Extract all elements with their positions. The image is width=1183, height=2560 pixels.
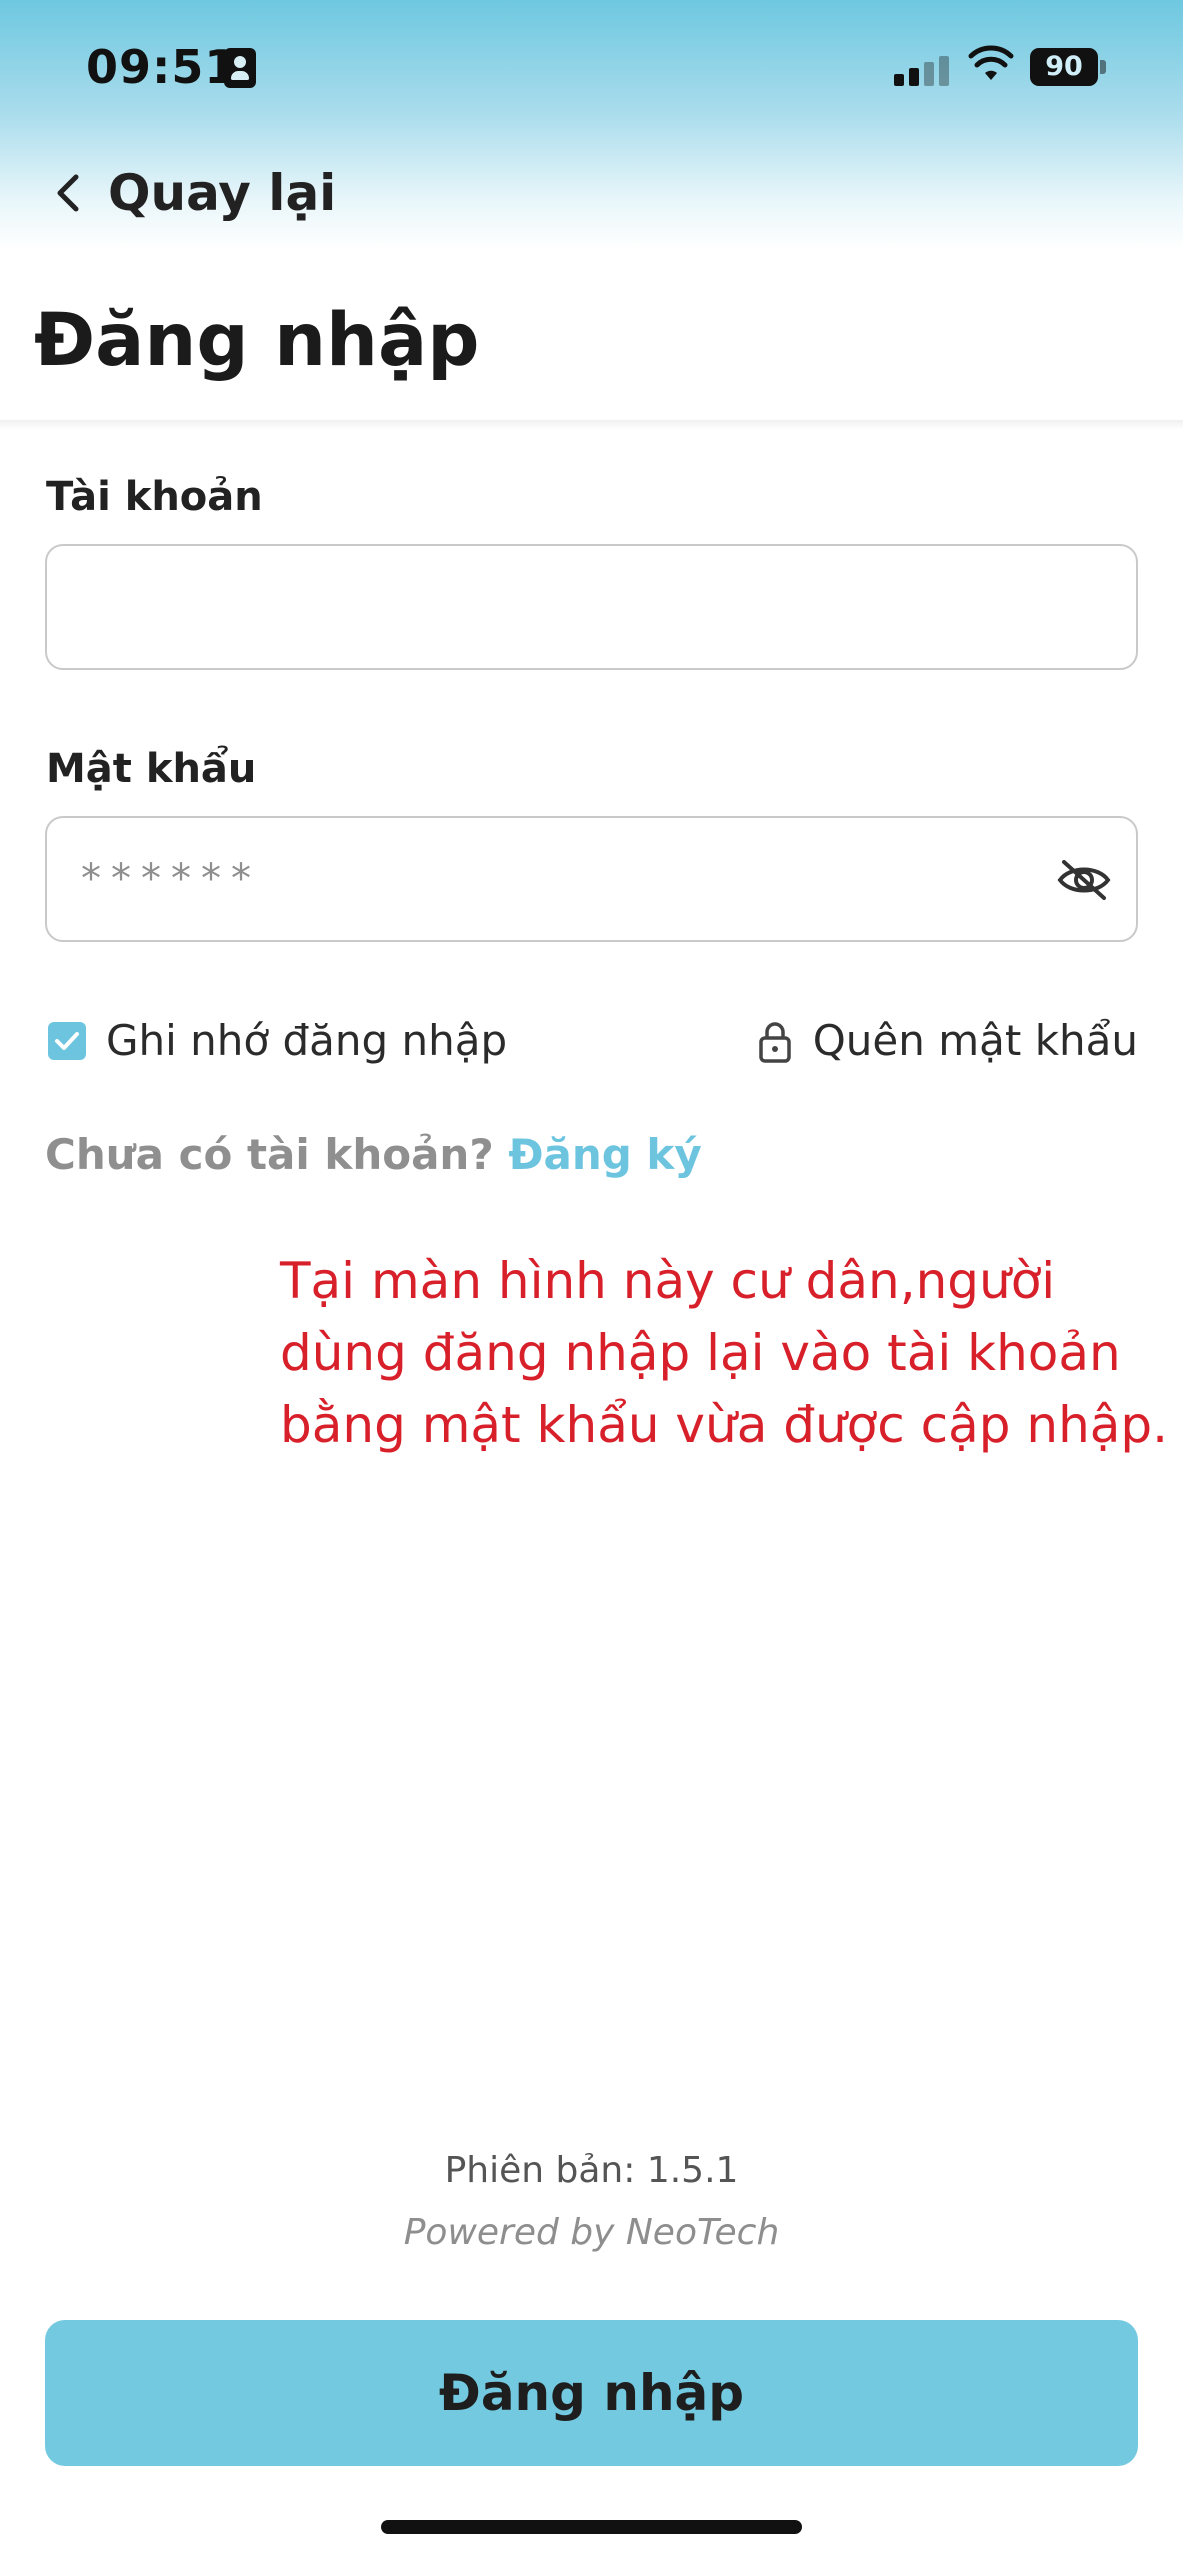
lock-icon	[758, 1021, 791, 1063]
remember-me[interactable]: Ghi nhớ đăng nhập	[48, 1016, 507, 1065]
header-divider	[0, 420, 1183, 430]
register-row: Chưa có tài khoản? Đăng ký	[45, 1130, 702, 1179]
cellular-signal-icon	[894, 56, 950, 86]
password-label: Mật khẩu	[46, 746, 257, 792]
version-text: Phiên bản: 1.5.1	[444, 2150, 739, 2191]
account-label: Tài khoản	[46, 474, 263, 520]
register-link[interactable]: Đăng ký	[508, 1130, 701, 1179]
remember-label: Ghi nhớ đăng nhập	[106, 1016, 508, 1065]
contact-card-icon	[224, 48, 256, 88]
wifi-icon	[968, 45, 1014, 80]
forgot-password-link[interactable]: Quên mật khẩu	[757, 1016, 1138, 1065]
home-indicator	[381, 2520, 802, 2534]
back-button[interactable]: Quay lại	[52, 158, 336, 228]
battery-level: 90	[1045, 51, 1083, 82]
status-bar: 09:51 90	[0, 0, 1183, 140]
register-prompt: Chưa có tài khoản?	[45, 1130, 509, 1179]
forgot-password-label: Quên mật khẩu	[812, 1016, 1138, 1065]
checkbox-checked-icon[interactable]	[48, 1021, 86, 1060]
chevron-left-icon	[57, 174, 79, 212]
page-title: Đăng nhập	[34, 298, 480, 383]
annotation-note: Tại màn hình này cư dân,người dùng đăng …	[280, 1252, 1169, 1454]
account-input[interactable]	[45, 544, 1138, 670]
login-button[interactable]: Đăng nhập	[45, 2320, 1138, 2466]
powered-by-text: Powered by NeoTech	[403, 2212, 780, 2253]
status-time: 09:51	[86, 40, 238, 94]
battery-icon: 90	[1030, 48, 1106, 86]
eye-off-icon[interactable]	[1056, 856, 1112, 904]
password-input[interactable]	[45, 816, 1138, 942]
back-label: Quay lại	[108, 164, 337, 222]
